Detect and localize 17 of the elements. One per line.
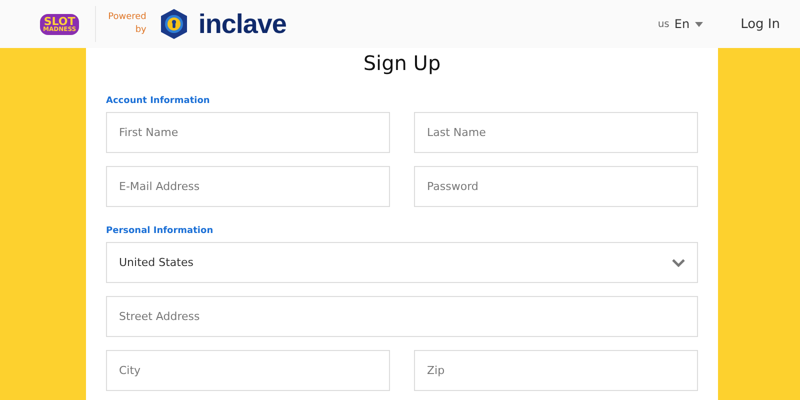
chevron-down-icon	[672, 258, 685, 266]
input-field[interactable]: Zip	[414, 350, 698, 391]
language-selector[interactable]: us En	[658, 17, 703, 31]
input-field[interactable]: City	[106, 350, 390, 391]
caret-icon	[694, 22, 703, 26]
input-field[interactable]: First Name	[106, 112, 390, 153]
form-title: Sign Up	[362, 50, 442, 76]
brand-name: inclave	[198, 8, 286, 40]
input-field[interactable]: Password	[414, 166, 698, 207]
section-heading: Personal Information	[106, 226, 214, 236]
login-link[interactable]: Log In	[740, 16, 780, 32]
input-field[interactable]: Street Address	[106, 296, 698, 337]
input-field[interactable]: Last Name	[414, 112, 698, 153]
powered-by-label: Powered by	[108, 10, 146, 37]
country-select[interactable]: United States	[106, 242, 698, 283]
section-heading: Account Information	[106, 96, 211, 106]
input-field[interactable]: E-Mail Address	[106, 166, 390, 207]
